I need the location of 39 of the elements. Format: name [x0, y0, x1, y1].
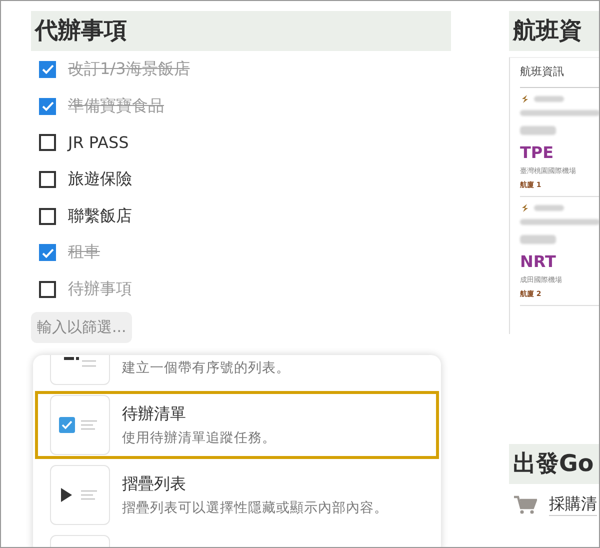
menu-item-title: 摺疊列表 — [122, 474, 187, 494]
menu-item[interactable]: 摺疊列表 摺疊列表可以選擇性隱藏或顯示內部內容。 — [35, 461, 439, 529]
todo-text: 改訂1/3海景飯店 — [68, 58, 190, 80]
todo-text: 準備寶寶食品 — [68, 96, 164, 117]
section-heading: 航班資 — [509, 11, 599, 51]
todo-text: 旅遊保險 — [68, 168, 132, 190]
check-icon — [42, 64, 54, 74]
menu-item-description: 使用待辦清單追蹤任務。 — [122, 428, 276, 446]
numbered-list-icon — [64, 357, 96, 367]
menu-item-description: 摺疊列表可以選擇性隱藏或顯示內部內容。 — [122, 498, 388, 516]
page-link[interactable]: 採購清 — [549, 494, 597, 516]
menu-item-title: 待辦清單 — [122, 404, 187, 424]
checkbox[interactable] — [39, 98, 56, 115]
check-icon — [42, 248, 54, 258]
section-heading: 出發Go — [509, 444, 599, 484]
airport-code: NRT — [520, 252, 557, 271]
checkbox[interactable] — [39, 170, 56, 188]
todo-text: 租車 — [68, 242, 100, 264]
blurred-text — [520, 126, 556, 135]
blurred-text — [534, 96, 564, 102]
checkbox[interactable] — [39, 60, 56, 78]
checkbox[interactable] — [39, 280, 56, 298]
checkbox[interactable] — [39, 208, 56, 225]
checkbox[interactable] — [39, 244, 56, 262]
menu-item-description: 建立一個帶有序號的列表。 — [122, 359, 290, 377]
menu-item[interactable]: 建立一個帶有序號的列表。 — [35, 355, 439, 389]
menu-item[interactable]: 待辦清單 使用待辦清單追蹤任務。 — [35, 391, 439, 459]
lightning-icon — [520, 94, 530, 104]
card-title: 航班資訊 — [520, 64, 599, 88]
todo-text: JR PASS — [68, 133, 129, 152]
lightning-icon — [520, 203, 530, 213]
section-heading: 代辦事項 — [31, 11, 451, 51]
todo-text: 聯繫飯店 — [68, 206, 132, 227]
airport-code: TPE — [520, 143, 555, 162]
checkbox[interactable] — [39, 134, 56, 152]
blurred-text — [520, 235, 556, 244]
blurred-text — [534, 205, 564, 211]
check-icon — [42, 101, 54, 112]
cart-icon — [513, 495, 537, 515]
